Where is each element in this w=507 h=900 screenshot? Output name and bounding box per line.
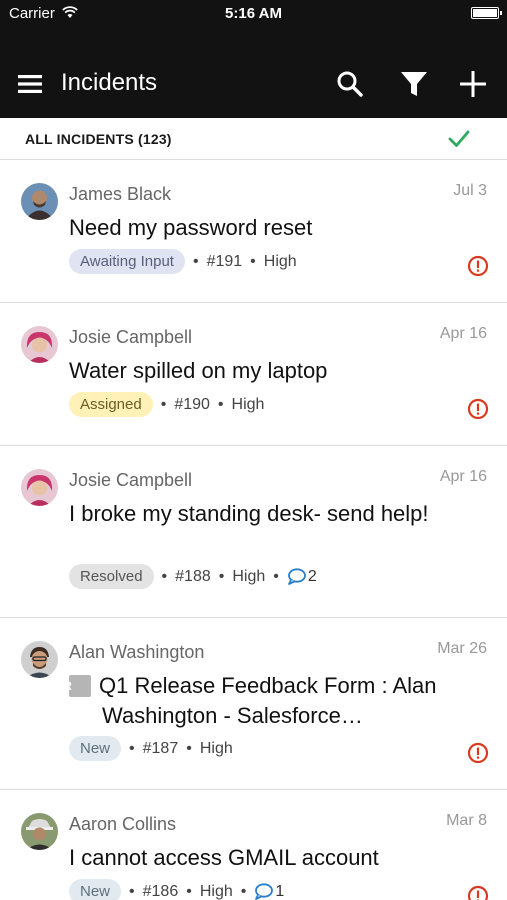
status-badge: Resolved [69, 564, 154, 589]
comment-count: 2 [307, 567, 317, 585]
nav-bar: Incidents [0, 56, 507, 112]
incident-number: #188 [175, 567, 211, 585]
separator-dot: • [161, 567, 168, 585]
incident-date: Mar 8 [446, 812, 487, 829]
hamburger-menu-icon[interactable] [18, 72, 42, 96]
incident-row[interactable]: Alan Washington Mar 26 SR Q1 Release Feed… [0, 618, 507, 790]
incident-subject: Water spilled on my laptop [69, 358, 328, 383]
separator-dot: • [129, 882, 135, 900]
incident-priority: High [199, 882, 233, 900]
add-icon[interactable] [458, 69, 488, 99]
clock: 5:16 AM [225, 5, 282, 22]
incident-row[interactable]: Aaron Collins Mar 8 I cannot access GMAI… [0, 790, 507, 900]
incident-subject: I cannot access GMAIL account [69, 845, 379, 870]
avatar [21, 641, 58, 678]
incident-meta: Assigned • #190 • High [69, 392, 264, 417]
incident-number: #191 [206, 252, 243, 270]
avatar [21, 183, 58, 220]
incident-subject: I broke my standing desk- send help! [69, 501, 429, 526]
incident-number: #186 [142, 882, 179, 900]
requester-name: Alan Washington [69, 642, 205, 662]
status-badge: Assigned [69, 392, 153, 417]
alert-icon [467, 398, 489, 420]
separator-dot: • [129, 739, 135, 757]
comment-icon [255, 883, 274, 900]
incident-row[interactable]: Josie Campbell Apr 16 Water spilled on m… [0, 303, 507, 446]
alert-icon [467, 885, 489, 900]
incident-date: Apr 16 [439, 325, 487, 342]
app-header: Carrier 5:16 AM Incidents [0, 0, 507, 118]
requester-name: Josie Campbell [69, 327, 193, 347]
incident-subject: Need my password reset [69, 215, 313, 240]
avatar [21, 813, 58, 850]
incident-date: Mar 26 [437, 640, 487, 657]
incident-row[interactable]: James Black Jul 3 Need my password reset… [0, 160, 507, 303]
incident-filter-bar[interactable]: ALL INCIDENTS (123) [0, 118, 507, 160]
incident-row[interactable]: Josie Campbell Apr 16 I broke my standin… [0, 446, 507, 618]
requester-name: Josie Campbell [69, 470, 193, 490]
separator-dot: • [240, 882, 247, 900]
separator-dot: • [217, 395, 224, 413]
incident-priority: High [263, 252, 297, 270]
incident-date: Jul 3 [453, 182, 487, 199]
incident-meta: New • #187 • High [69, 736, 233, 761]
incident-date: Apr 16 [439, 468, 487, 485]
separator-dot: • [186, 882, 192, 900]
separator-dot: • [273, 567, 279, 585]
incident-priority: High [232, 567, 266, 585]
separator-dot: • [218, 567, 225, 585]
avatar [21, 326, 58, 363]
incident-subject: SR Q1 Release Feedback Form : Alan Washin… [55, 671, 449, 731]
page-title: Incidents [61, 69, 158, 96]
incident-priority: High [199, 739, 233, 757]
status-bar: Carrier 5:16 AM [0, 0, 507, 28]
check-icon[interactable] [447, 128, 471, 150]
separator-dot: • [192, 252, 199, 270]
incident-subject-text: Q1 Release Feedback Form : Alan Washingt… [99, 673, 437, 728]
incident-number: #190 [174, 395, 210, 413]
service-request-badge: SR [55, 675, 91, 697]
filter-icon[interactable] [400, 70, 428, 98]
incident-priority: High [231, 395, 265, 413]
alert-icon [467, 742, 489, 764]
requester-name: James Black [69, 184, 172, 204]
search-icon[interactable] [336, 70, 364, 98]
status-badge: New [69, 736, 122, 761]
separator-dot: • [250, 252, 256, 270]
alert-icon [467, 255, 489, 277]
incident-meta: New • #186 • High • 1 [69, 879, 284, 900]
status-badge: New [69, 879, 122, 900]
incident-number: #187 [142, 739, 179, 757]
incident-meta: Resolved • #188 • High • 2 [69, 564, 317, 589]
status-badge: Awaiting Input [69, 249, 185, 274]
requester-name: Aaron Collins [69, 814, 177, 834]
comment-icon [287, 568, 306, 585]
incident-meta: Awaiting Input • #191 • High [69, 249, 297, 274]
comment-count: 1 [275, 882, 285, 900]
avatar [21, 469, 58, 506]
separator-dot: • [160, 395, 167, 413]
battery-icon [471, 7, 502, 19]
incident-list: James Black Jul 3 Need my password reset… [0, 160, 507, 900]
separator-dot: • [186, 739, 192, 757]
filter-label: ALL INCIDENTS (123) [25, 131, 172, 147]
